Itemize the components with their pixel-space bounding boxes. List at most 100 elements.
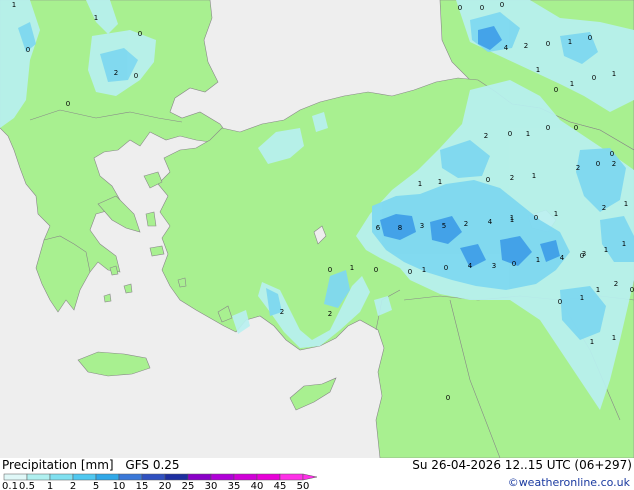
- precip-value-label: 0: [328, 266, 332, 274]
- legend-swatch: [26, 473, 51, 481]
- legend-label: 45: [274, 481, 287, 490]
- precip-value-label: 2: [510, 174, 514, 182]
- legend-swatch: [279, 473, 304, 481]
- footer-datetime: Su 26-04-2026 12..15 UTC (06+297): [412, 458, 632, 472]
- color-legend: 0.1 0.5 1 2 5 10 15 20 25 30 35 40 45 50: [2, 473, 318, 490]
- footer-product: Precipitation [mm]: [2, 458, 114, 472]
- legend-arrow: [302, 473, 318, 481]
- legend-label: 0.1: [2, 481, 18, 490]
- precip-value-label: 0: [512, 260, 516, 268]
- legend-label: 0.5: [19, 481, 35, 490]
- legend-label: 40: [251, 481, 264, 490]
- precip-value-label: 1: [612, 70, 616, 78]
- precip-value-label: 0: [558, 298, 562, 306]
- precip-value-label: 0: [588, 34, 592, 42]
- precip-value-label: 0: [508, 130, 512, 138]
- precip-value-label: 2: [524, 42, 528, 50]
- legend-swatch: [187, 473, 212, 481]
- footer-model: GFS 0.25: [125, 458, 180, 472]
- legend-swatch: [3, 473, 28, 481]
- precip-value-label: 0: [546, 40, 550, 48]
- precip-value-label: 1: [624, 200, 628, 208]
- legend-label: 2: [70, 481, 76, 490]
- footer-credit[interactable]: ©weatheronline.co.uk: [508, 476, 630, 489]
- precip-value-label: 3: [492, 262, 496, 270]
- footer-title: Precipitation [mm] GFS 0.25: [2, 458, 180, 472]
- map-canvas: 1 0 0 0 0 2 0 1 0 0 4 2 0 1 0 1 0 1 0 1 2 0 1 0 0 0 2 2 1 1 0 2 1 2 1 0 1 1 1 0…: [0, 0, 634, 458]
- precip-value-label: 4: [468, 262, 473, 270]
- precip-value-label: 2: [328, 310, 332, 318]
- precip-value-label: 0: [374, 266, 378, 274]
- precip-value-label: 0: [134, 72, 138, 80]
- precip-value-label: 0: [66, 100, 70, 108]
- precip-value-label: 1: [570, 80, 574, 88]
- legend-swatch: [256, 473, 281, 481]
- precip-value-label: 1: [612, 334, 616, 342]
- precip-value-label: 1: [536, 66, 540, 74]
- precip-value-label: 1: [536, 256, 540, 264]
- precip-value-label: 0: [444, 264, 448, 272]
- precip-value-label: 4: [560, 254, 565, 262]
- precip-value-label: 3: [420, 222, 424, 230]
- precip-value-label: 0: [610, 150, 614, 158]
- precip-value-label: 0: [574, 124, 578, 132]
- precip-value-label: 2: [602, 204, 606, 212]
- precip-value-label: 1: [604, 246, 608, 254]
- precip-value-label: 1: [622, 240, 626, 248]
- precip-value-label: 1: [418, 180, 422, 188]
- precip-value-label: 0: [546, 124, 550, 132]
- precip-value-label: 0: [486, 176, 490, 184]
- legend-swatch: [72, 473, 97, 481]
- legend-label: 5: [93, 481, 99, 490]
- legend-label: 1: [47, 481, 53, 490]
- precip-value-label: 0: [138, 30, 142, 38]
- legend-swatch: [95, 473, 120, 481]
- legend-swatch: [164, 473, 189, 481]
- legend-label: 35: [228, 481, 241, 490]
- precip-value-label: 1: [596, 286, 600, 294]
- precip-value-label: 2: [464, 220, 468, 228]
- precip-value-label: 2: [576, 164, 580, 172]
- precip-value-label: 1: [532, 172, 536, 180]
- precip-value-label: 0: [630, 286, 634, 294]
- precip-value-label: 1: [526, 130, 530, 138]
- land-samos: [149, 245, 165, 257]
- precipitation-map: 1 0 0 0 0 2 0 1 0 0 4 2 0 1 0 1 0 1 0 1 2 0 1 0 0 0 2 2 1 1 0 2 1 2 1 0 1 1 1 0…: [0, 0, 634, 458]
- precip-value-label: 0: [458, 4, 462, 12]
- legend-swatch: [141, 473, 166, 481]
- precip-value-label: 0: [26, 46, 30, 54]
- legend-swatch: [233, 473, 258, 481]
- legend-swatch: [210, 473, 235, 481]
- precip-value-label: 1: [510, 214, 514, 222]
- precip-value-label: 2: [614, 280, 618, 288]
- precip-value-label: 0: [592, 74, 596, 82]
- precip-value-label: 1: [590, 338, 594, 346]
- precip-value-label: 0: [480, 4, 484, 12]
- legend-label: 15: [136, 481, 149, 490]
- precip-value-label: 0: [596, 160, 600, 168]
- precip-value-label: 2: [612, 160, 616, 168]
- precip-value-label: 0: [446, 394, 450, 402]
- precip-value-label: 0: [580, 252, 584, 260]
- precip-value-label: 8: [398, 224, 402, 232]
- legend-label: 50: [297, 481, 310, 490]
- legend-label: 10: [113, 481, 126, 490]
- precip-value-label: 1: [580, 294, 584, 302]
- footer-bar: Precipitation [mm] GFS 0.25 Su 26-04-202…: [0, 458, 634, 490]
- precip-value-label: 2: [484, 132, 488, 140]
- precip-value-label: 4: [488, 218, 493, 226]
- land-chios: [145, 211, 157, 227]
- legend-label: 25: [182, 481, 195, 490]
- precip-value-label: 1: [438, 178, 442, 186]
- precip-value-label: 4: [504, 44, 509, 52]
- legend-swatch: [118, 473, 143, 481]
- precip-value-label: 1: [568, 38, 572, 46]
- precip-value-label: 0: [408, 268, 412, 276]
- precip-value-label: 1: [350, 264, 354, 272]
- precip-value-label: 0: [534, 214, 538, 222]
- precip-value-label: 1: [422, 266, 426, 274]
- precip-value-label: 2: [114, 69, 118, 77]
- precip-value-label: 0: [500, 1, 504, 9]
- precip-value-label: 5: [442, 222, 446, 230]
- precip-value-label: 2: [280, 308, 284, 316]
